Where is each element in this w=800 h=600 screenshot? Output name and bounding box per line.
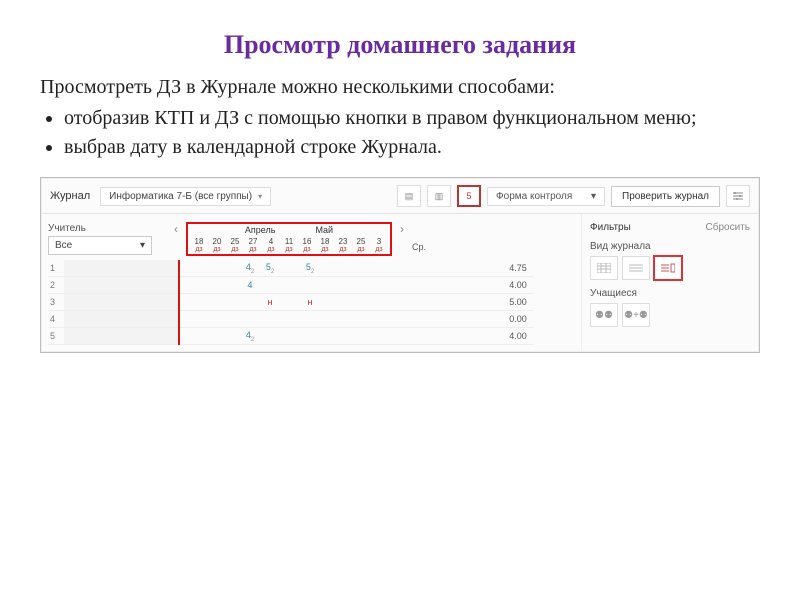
view-grid-icon[interactable] [590,256,618,280]
students-add-icon[interactable]: ⚉+⚉ [622,303,650,327]
view-icon-1[interactable]: ▤ [397,185,421,207]
month-label: Апрель [245,225,276,235]
table-row: 14252524.75 [48,260,533,277]
intro-text: Просмотреть ДЗ в Журнале можно нескольки… [40,74,760,101]
toolbar: Журнал Информатика 7-Б (все группы) ▾ ▤ … [42,179,758,214]
filters-title: Фильтры [590,222,631,233]
month-label: Май [315,225,333,235]
view-type-label: Вид журнала [590,241,750,252]
calendar-dates: 18 20 25 27 4 11 16 18 23 25 3 [190,237,388,246]
table-row: 40.00 [48,311,533,328]
view-icon-calendar[interactable]: 5 [457,185,481,207]
bullet-item: отобразив КТП и ДЗ с помощью кнопки в пр… [64,105,760,132]
table-row: 3нн5.00 [48,294,533,311]
settings-icon[interactable] [726,185,750,207]
bullet-list: отобразив КТП и ДЗ с помощью кнопки в пр… [64,105,760,161]
students-label: Учащиеся [590,288,750,299]
table-row: 5424.00 [48,328,533,345]
journal-label: Журнал [50,190,90,202]
screenshot-panel: Журнал Информатика 7-Б (все группы) ▾ ▤ … [40,177,760,353]
chevron-down-icon: ▾ [140,240,145,251]
view-detail-icon[interactable] [654,256,682,280]
students-all-icon[interactable]: ⚉⚉ [590,303,618,327]
teacher-value: Все [55,240,72,251]
page-title: Просмотр домашнего задания [40,30,760,60]
form-control-select[interactable]: Форма контроля ▾ [487,187,605,206]
teacher-select[interactable]: Все ▾ [48,236,152,255]
chevron-down-icon: ▾ [258,192,262,201]
subject-select[interactable]: Информатика 7-Б (все группы) ▾ [100,187,271,206]
view-list-icon[interactable] [622,256,650,280]
calendar-strip[interactable]: Апрель Май 18 20 25 27 4 11 16 18 [186,222,392,256]
cal-prev[interactable]: ‹ [170,222,182,236]
calendar-dz-row: дз дз дз дз дз дз дз дз дз дз дз [190,246,388,254]
view-icon-2[interactable]: ▥ [427,185,451,207]
check-journal-label: Проверить журнал [622,191,709,202]
chevron-down-icon: ▾ [591,191,596,202]
check-journal-button[interactable]: Проверить журнал [611,186,720,207]
bullet-item: выбрав дату в календарной строке Журнала… [64,134,760,161]
cal-next[interactable]: › [396,222,408,236]
grades-table: 14252524.75244.003нн5.0040.005424.00 [48,260,533,345]
teacher-label: Учитель [48,223,152,234]
table-row: 244.00 [48,277,533,294]
filters-reset[interactable]: Сбросить [706,222,750,233]
form-control-label: Форма контроля [496,191,572,202]
avg-header: Ср. [412,242,426,256]
subject-value: Информатика 7-Б (все группы) [109,191,252,202]
